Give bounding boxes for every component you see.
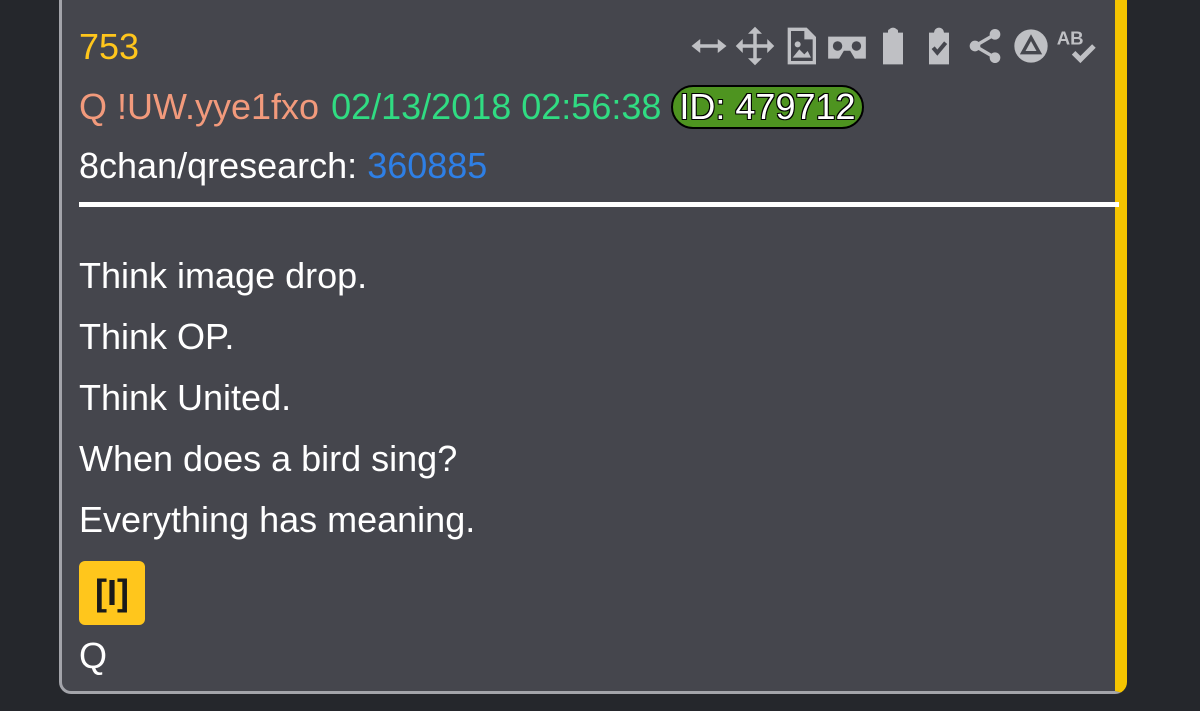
author-name[interactable]: Q !UW.yye1fxo [79, 87, 319, 127]
divider [79, 202, 1119, 207]
body-line: Think OP. [79, 316, 235, 357]
clipboard-check-icon[interactable] [917, 24, 961, 68]
post-card: 753 AB Q !UW.yye1fxo 02/13/2018 02:56:38… [59, 0, 1127, 694]
image-tag-button[interactable]: [I] [79, 561, 145, 625]
post-number[interactable]: 753 [79, 27, 139, 67]
share-icon[interactable] [963, 24, 1007, 68]
body-line: Think image drop. [79, 255, 368, 296]
expand-horizontal-icon[interactable] [687, 24, 731, 68]
board-label: 8chan/qresearch: [79, 145, 358, 186]
board-post-link[interactable]: 360885 [367, 145, 487, 186]
navigate-up-icon[interactable] [1009, 24, 1053, 68]
poster-id-badge[interactable]: ID: 479712 [671, 85, 864, 129]
spellcheck-icon[interactable]: AB [1055, 24, 1099, 68]
post-toolbar: AB [687, 23, 1099, 69]
body-line: Think United. [79, 377, 292, 418]
body-line: When does a bird sing? [79, 438, 458, 479]
post-date: 02/13/2018 02:56:38 [331, 86, 662, 127]
vr-goggles-icon[interactable] [825, 24, 869, 68]
move-icon[interactable] [733, 24, 777, 68]
clipboard-icon[interactable] [871, 24, 915, 68]
board-reference: 8chan/qresearch: 360885 [79, 146, 487, 186]
body-line: Everything has meaning. [79, 499, 476, 540]
spellcheck-text: AB [1057, 27, 1084, 48]
post-meta: Q !UW.yye1fxo 02/13/2018 02:56:38 ID: 47… [79, 85, 864, 129]
image-file-icon[interactable] [779, 24, 823, 68]
signature: Q [79, 635, 108, 676]
